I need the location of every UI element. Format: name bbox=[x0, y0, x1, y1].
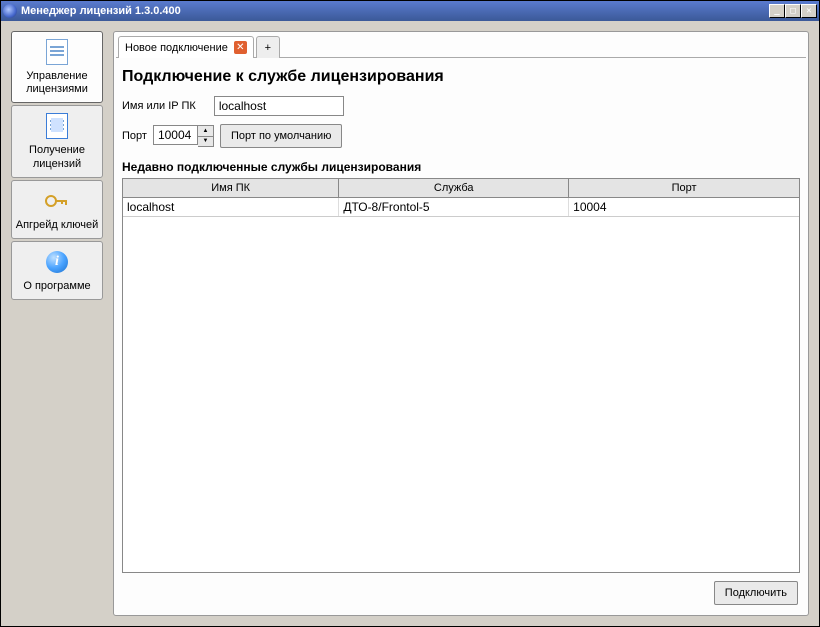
document-blue-icon bbox=[43, 112, 71, 140]
plus-icon: + bbox=[265, 42, 271, 54]
grid-header: Имя ПК Служба Порт bbox=[123, 179, 799, 198]
col-header-pc[interactable]: Имя ПК bbox=[123, 179, 339, 197]
page-heading: Подключение к службе лицензирования bbox=[122, 68, 800, 86]
port-label: Порт bbox=[122, 130, 147, 142]
tab-label: Новое подключение bbox=[125, 42, 228, 54]
table-row[interactable]: localhost ДТО-8/Frontol-5 10004 bbox=[123, 198, 799, 217]
tab-close-icon[interactable]: ✕ bbox=[234, 41, 247, 54]
host-label: Имя или IP ПК bbox=[122, 100, 196, 112]
tab-add-button[interactable]: + bbox=[256, 36, 280, 58]
app-icon bbox=[3, 4, 17, 18]
recent-grid: Имя ПК Служба Порт localhost ДТО-8/Front… bbox=[122, 178, 800, 573]
sidebar-item-label: Управление лицензиями bbox=[26, 70, 88, 95]
port-input[interactable] bbox=[153, 125, 198, 145]
tabstrip: Новое подключение ✕ + bbox=[116, 34, 806, 58]
key-icon bbox=[43, 187, 71, 215]
info-icon: i bbox=[43, 248, 71, 276]
sidebar-item-label: О программе bbox=[23, 280, 90, 292]
window-title: Менеджер лицензий 1.3.0.400 bbox=[21, 5, 769, 17]
col-header-port[interactable]: Порт bbox=[569, 179, 799, 197]
host-input[interactable] bbox=[214, 96, 344, 116]
sidebar-item-label: Получение лицензий bbox=[29, 144, 85, 169]
document-icon bbox=[43, 38, 71, 66]
cell-port: 10004 bbox=[569, 198, 799, 216]
port-up-button[interactable]: ▲ bbox=[198, 126, 213, 137]
recent-section-label: Недавно подключенные службы лицензирован… bbox=[122, 160, 800, 174]
sidebar: Управление лицензиями Получение лицензий… bbox=[11, 31, 103, 616]
col-header-service[interactable]: Служба bbox=[339, 179, 569, 197]
sidebar-item-label: Апгрейд ключей bbox=[16, 219, 99, 231]
content-area: Управление лицензиями Получение лицензий… bbox=[1, 21, 819, 626]
main-panel: Новое подключение ✕ + Подключение к служ… bbox=[113, 31, 809, 616]
cell-service: ДТО-8/Frontol-5 bbox=[339, 198, 569, 216]
port-spinner: ▲ ▼ bbox=[153, 125, 214, 147]
sidebar-item-upgrade-keys[interactable]: Апгрейд ключей bbox=[11, 180, 103, 239]
port-spinner-buttons: ▲ ▼ bbox=[198, 125, 214, 147]
connect-button[interactable]: Подключить bbox=[714, 581, 798, 605]
close-button[interactable]: ✕ bbox=[801, 4, 817, 18]
tab-body: Подключение к службе лицензирования Имя … bbox=[116, 58, 806, 613]
sidebar-item-get-licenses[interactable]: Получение лицензий bbox=[11, 105, 103, 177]
titlebar[interactable]: Менеджер лицензий 1.3.0.400 _ □ ✕ bbox=[1, 1, 819, 21]
window-controls: _ □ ✕ bbox=[769, 4, 817, 18]
sidebar-item-about[interactable]: i О программе bbox=[11, 241, 103, 300]
app-window: Менеджер лицензий 1.3.0.400 _ □ ✕ Управл… bbox=[0, 0, 820, 627]
host-row: Имя или IP ПК bbox=[122, 96, 800, 116]
sidebar-item-manage-licenses[interactable]: Управление лицензиями bbox=[11, 31, 103, 103]
maximize-button[interactable]: □ bbox=[785, 4, 801, 18]
footer-row: Подключить bbox=[122, 573, 800, 607]
cell-pc: localhost bbox=[123, 198, 339, 216]
minimize-button[interactable]: _ bbox=[769, 4, 785, 18]
tab-new-connection[interactable]: Новое подключение ✕ bbox=[118, 36, 254, 58]
default-port-button[interactable]: Порт по умолчанию bbox=[220, 124, 342, 148]
port-row: Порт ▲ ▼ Порт по умолчанию bbox=[122, 124, 800, 148]
port-down-button[interactable]: ▼ bbox=[198, 137, 213, 147]
